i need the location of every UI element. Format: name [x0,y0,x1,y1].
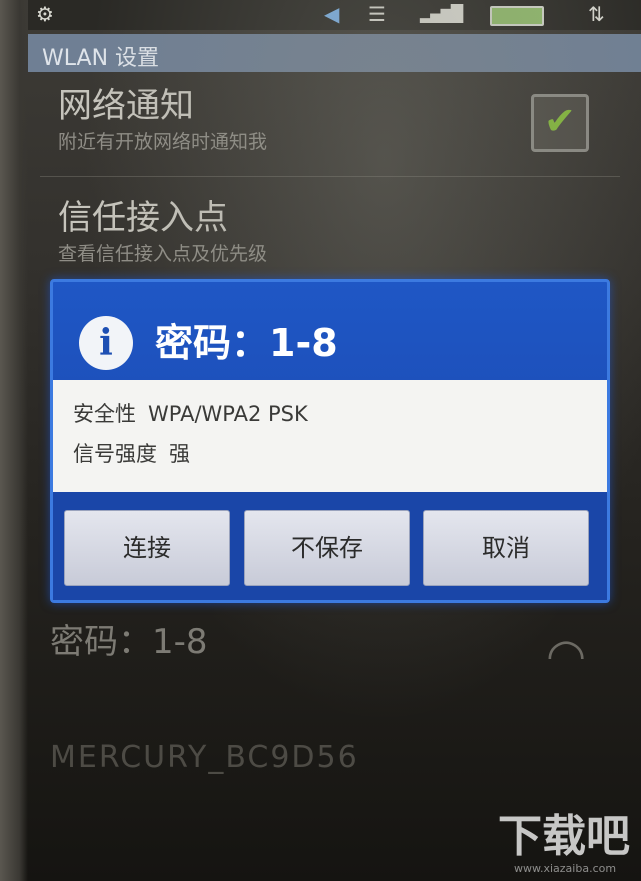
forget-button[interactable]: 不保存 [244,510,410,586]
network-list-item[interactable]: 密码：1-8 [50,614,208,663]
gear-icon: ⚙ [36,2,54,26]
signal-row: 信号强度强 [73,440,190,468]
status-bar: ⚙ ◀ ☰ ▂▄▆█ ⇅ [28,0,641,30]
check-icon: ✔ [544,99,576,143]
signal-label: 信号强度 [73,442,157,466]
dialog-title: 密码：1-8 [155,321,338,365]
wifi-icon: ☰ [368,2,386,26]
network-notify-checkbox[interactable]: ✔ [531,94,589,152]
data-arrows-icon: ⇅ [588,2,605,26]
network-name: MERCURY_BC9D56 [50,740,359,775]
device-bezel [0,0,28,881]
divider [40,176,620,177]
battery-icon [490,6,544,26]
network-name: 密码：1-8 [50,622,208,662]
watermark-url: www.xiazaiba.com [514,862,617,875]
network-notify-summary: 附近有开放网络时通知我 [58,131,268,153]
security-value: WPA/WPA2 PSK [148,402,308,426]
dialog-body: 安全性 WPA/WPA2 PSK 信号强度强 [53,380,607,492]
signal-bars-icon: ▂▄▆█ [420,4,463,23]
settings-title-bar: WLAN 设置 [28,34,641,72]
trusted-ap-setting[interactable]: 信任接入点 查看信任接入点及优先级 [58,198,267,266]
security-label: 安全性 [73,402,136,426]
wifi-lock-icon: ◠ [546,628,587,682]
network-notify-setting[interactable]: 网络通知 附近有开放网络时通知我 [58,86,267,154]
network-list-item[interactable]: MERCURY_BC9D56 [50,740,359,775]
network-notify-title: 网络通知 [58,86,194,126]
trusted-ap-summary: 查看信任接入点及优先级 [58,243,268,265]
security-row: 安全性 WPA/WPA2 PSK [73,400,308,428]
dialog-button-bar: 连接 不保存 取消 [53,492,607,600]
connect-button[interactable]: 连接 [64,510,230,586]
info-icon: i [79,316,133,370]
cancel-button[interactable]: 取消 [423,510,589,586]
page-title: WLAN 设置 [42,46,160,71]
signal-value: 强 [169,442,190,466]
trusted-ap-title: 信任接入点 [58,198,228,238]
network-connect-dialog: i 密码：1-8 安全性 WPA/WPA2 PSK 信号强度强 连接 不保存 取消 [50,279,610,603]
dialog-header: i 密码：1-8 [53,282,607,380]
phone-screen: ⚙ ◀ ☰ ▂▄▆█ ⇅ WLAN 设置 网络通知 附近有开放网络时通知我 ✔ … [0,0,641,881]
speaker-icon: ◀ [324,2,340,26]
watermark-logo: 下载吧 [498,811,630,862]
